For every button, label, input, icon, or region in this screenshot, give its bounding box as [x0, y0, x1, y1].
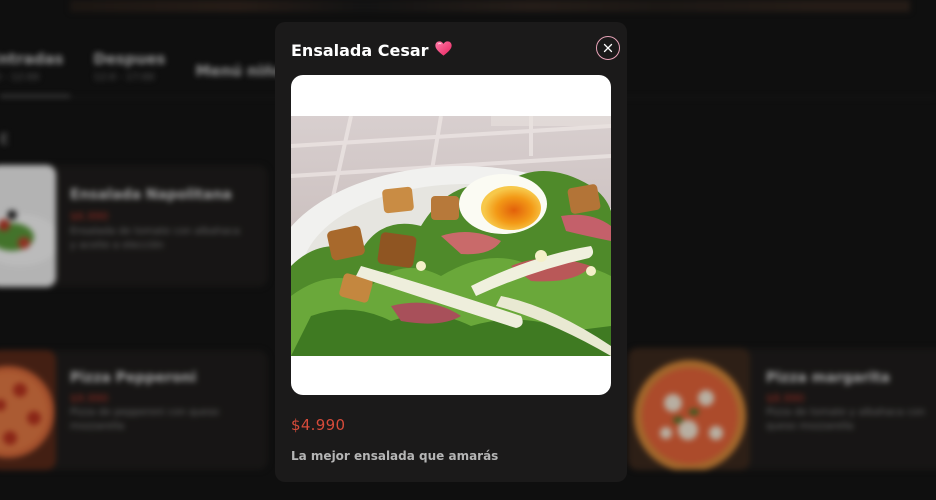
modal-title: Ensalada Cesar	[291, 41, 429, 60]
product-image	[291, 116, 611, 356]
product-image-frame	[291, 75, 611, 395]
close-button[interactable]	[596, 36, 620, 60]
product-detail-modal: Ensalada Cesar $4.990 La mejor ensalada …	[275, 22, 627, 482]
modal-title-row: Ensalada Cesar	[291, 41, 452, 60]
product-description: La mejor ensalada que amarás	[291, 449, 499, 463]
close-icon	[603, 43, 613, 53]
product-price: $4.990	[291, 416, 346, 434]
heart-icon[interactable]	[434, 41, 452, 60]
